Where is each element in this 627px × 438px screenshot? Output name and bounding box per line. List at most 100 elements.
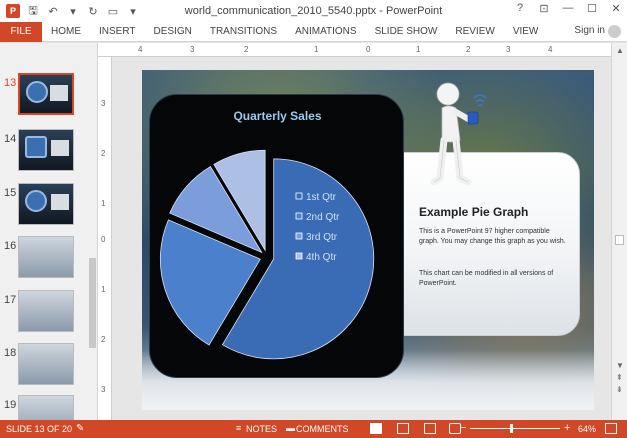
undo-icon[interactable]: ↶ [46, 4, 60, 18]
tab-home[interactable]: HOME [42, 22, 90, 42]
thumbnail-image [18, 73, 74, 115]
ruler-label: 1 [101, 285, 106, 294]
thumbnail-number: 18 [4, 347, 17, 359]
legend-swatch-3 [295, 232, 303, 240]
thumbnail-number: 14 [4, 133, 17, 145]
notes-icon[interactable]: ≡ [236, 423, 241, 433]
slide-13[interactable]: Example Pie Graph This is a PowerPoint 9… [142, 70, 594, 410]
scroll-up-icon[interactable]: ▲ [616, 46, 624, 55]
zoom-out-icon[interactable]: − [460, 422, 466, 434]
account-avatar[interactable] [608, 25, 621, 38]
legend-label-1: 1st Qtr [306, 192, 337, 203]
thumbnail-image [18, 236, 74, 278]
tab-file[interactable]: FILE [0, 21, 42, 42]
ruler-label: 3 [190, 45, 195, 54]
vertical-ruler: 3 2 1 0 1 2 3 [98, 57, 112, 420]
slide-editing-area[interactable]: Example Pie Graph This is a PowerPoint 9… [113, 57, 611, 420]
slideshow-icon[interactable]: ▭ [106, 4, 120, 18]
thumbnail-image [18, 290, 74, 332]
info-title: Example Pie Graph [419, 205, 529, 219]
ruler-label: 3 [101, 385, 106, 394]
zoom-in-icon[interactable]: + [564, 422, 570, 434]
slide-scrollbar[interactable]: ▲ ▼ ⇞ ⇟ [611, 43, 627, 420]
title-bar: P 🖫 ↶ ▾ ↻ ▭ ▾ world_communication_2010_5… [0, 0, 627, 22]
pie-chart[interactable]: 1st Qtr 2nd Qtr 3rd Qtr 4th Qtr [150, 95, 405, 379]
ruler-label: 2 [244, 45, 249, 54]
spelling-icon[interactable]: ✎ [76, 423, 84, 434]
ruler-label: 4 [138, 45, 143, 54]
window-controls: ? ⊡ — ☐ ✕ [513, 2, 623, 15]
comments-button[interactable]: COMMENTS [296, 424, 349, 434]
help-icon[interactable]: ? [513, 2, 527, 15]
tab-design[interactable]: DESIGN [145, 22, 201, 42]
minimize-icon[interactable]: — [561, 2, 575, 15]
scrollbar-thumb[interactable] [615, 235, 624, 245]
ribbon-display-icon[interactable]: ⊡ [537, 2, 551, 15]
ruler-label: 1 [416, 45, 421, 54]
zoom-slider[interactable] [470, 428, 560, 429]
save-icon[interactable]: 🖫 [26, 4, 40, 18]
ruler-label: 4 [548, 45, 553, 54]
reading-view-icon[interactable] [424, 423, 436, 434]
legend-label-4: 4th Qtr [306, 252, 337, 263]
slide-counter: SLIDE 13 OF 20 [6, 424, 73, 434]
thumbnail-image [18, 183, 74, 225]
thumbnail-image [18, 129, 74, 171]
info-paragraph: This is a PowerPoint 97 higher compatibl… [419, 228, 566, 245]
thumbnail-number: 13 [4, 77, 17, 89]
ruler-label: 2 [101, 149, 106, 158]
scroll-down-icon[interactable]: ▼ [616, 361, 624, 370]
sign-in-link[interactable]: Sign in [574, 25, 605, 36]
legend-swatch-2 [295, 212, 303, 220]
close-icon[interactable]: ✕ [609, 2, 623, 15]
thumbnail-slide-16[interactable]: 16 [0, 236, 92, 284]
comments-icon[interactable]: ▬ [286, 423, 295, 433]
fit-to-window-icon[interactable] [605, 423, 617, 434]
tab-animations[interactable]: ANIMATIONS [286, 22, 365, 42]
thumbnail-number: 15 [4, 187, 17, 199]
slide-thumbnails-pane: 13 14 15 16 17 18 19 [0, 43, 98, 420]
zoom-level[interactable]: 64% [578, 424, 596, 434]
previous-slide-icon[interactable]: ⇞ [616, 373, 623, 382]
customize-qat-icon[interactable]: ▾ [126, 4, 140, 18]
legend-swatch-4 [295, 252, 303, 260]
thumbnail-slide-14[interactable]: 14 [0, 129, 92, 177]
thumbnail-number: 19 [4, 399, 17, 411]
ruler-label: 1 [314, 45, 319, 54]
thumbnails-scrollbar[interactable] [88, 43, 97, 420]
ruler-label: 2 [466, 45, 471, 54]
tab-view[interactable]: VIEW [504, 22, 548, 42]
powerpoint-logo-icon: P [6, 4, 20, 18]
ruler-label: 3 [101, 99, 106, 108]
chart-panel[interactable]: 1st Qtr 2nd Qtr 3rd Qtr 4th Qtr Quarterly S… [149, 94, 404, 378]
legend-label-3: 3rd Qtr [306, 232, 338, 243]
powerpoint-window: P 🖫 ↶ ▾ ↻ ▭ ▾ world_communication_2010_5… [0, 0, 627, 438]
next-slide-icon[interactable]: ⇟ [616, 385, 623, 394]
status-bar: SLIDE 13 OF 20 ✎ ≡ NOTES ▬ COMMENTS − + … [0, 420, 627, 438]
thumbnail-slide-17[interactable]: 17 [0, 290, 92, 338]
thumbnail-slide-19[interactable]: 19 [0, 395, 92, 420]
undo-dropdown-icon[interactable]: ▾ [66, 4, 80, 18]
tab-transitions[interactable]: TRANSITIONS [201, 22, 286, 42]
tab-review[interactable]: REVIEW [446, 22, 503, 42]
ruler-label: 2 [101, 335, 106, 344]
slide-sorter-icon[interactable] [397, 423, 409, 434]
tab-insert[interactable]: INSERT [90, 22, 145, 42]
thumbnail-slide-15[interactable]: 15 [0, 183, 92, 231]
scrollbar-thumb[interactable] [89, 258, 96, 348]
thumbnail-slide-18[interactable]: 18 [0, 343, 92, 391]
thumbnail-image [18, 395, 74, 420]
redo-icon[interactable]: ↻ [86, 4, 100, 18]
maximize-icon[interactable]: ☐ [585, 2, 599, 15]
info-paragraph: This chart can be modified in all versio… [419, 270, 554, 287]
quick-access-toolbar: P 🖫 ↶ ▾ ↻ ▭ ▾ [0, 4, 140, 18]
notes-button[interactable]: NOTES [246, 424, 277, 434]
tab-slide-show[interactable]: SLIDE SHOW [366, 22, 447, 42]
ribbon-tabs: FILE HOME INSERT DESIGN TRANSITIONS ANIM… [0, 21, 627, 42]
zoom-slider-handle[interactable] [510, 424, 513, 433]
legend-label-2: 2nd Qtr [306, 212, 340, 223]
stick-figure-image[interactable] [430, 78, 490, 198]
ruler-label: 0 [101, 235, 106, 244]
normal-view-icon[interactable] [370, 423, 382, 434]
thumbnail-slide-13[interactable]: 13 [0, 73, 92, 121]
